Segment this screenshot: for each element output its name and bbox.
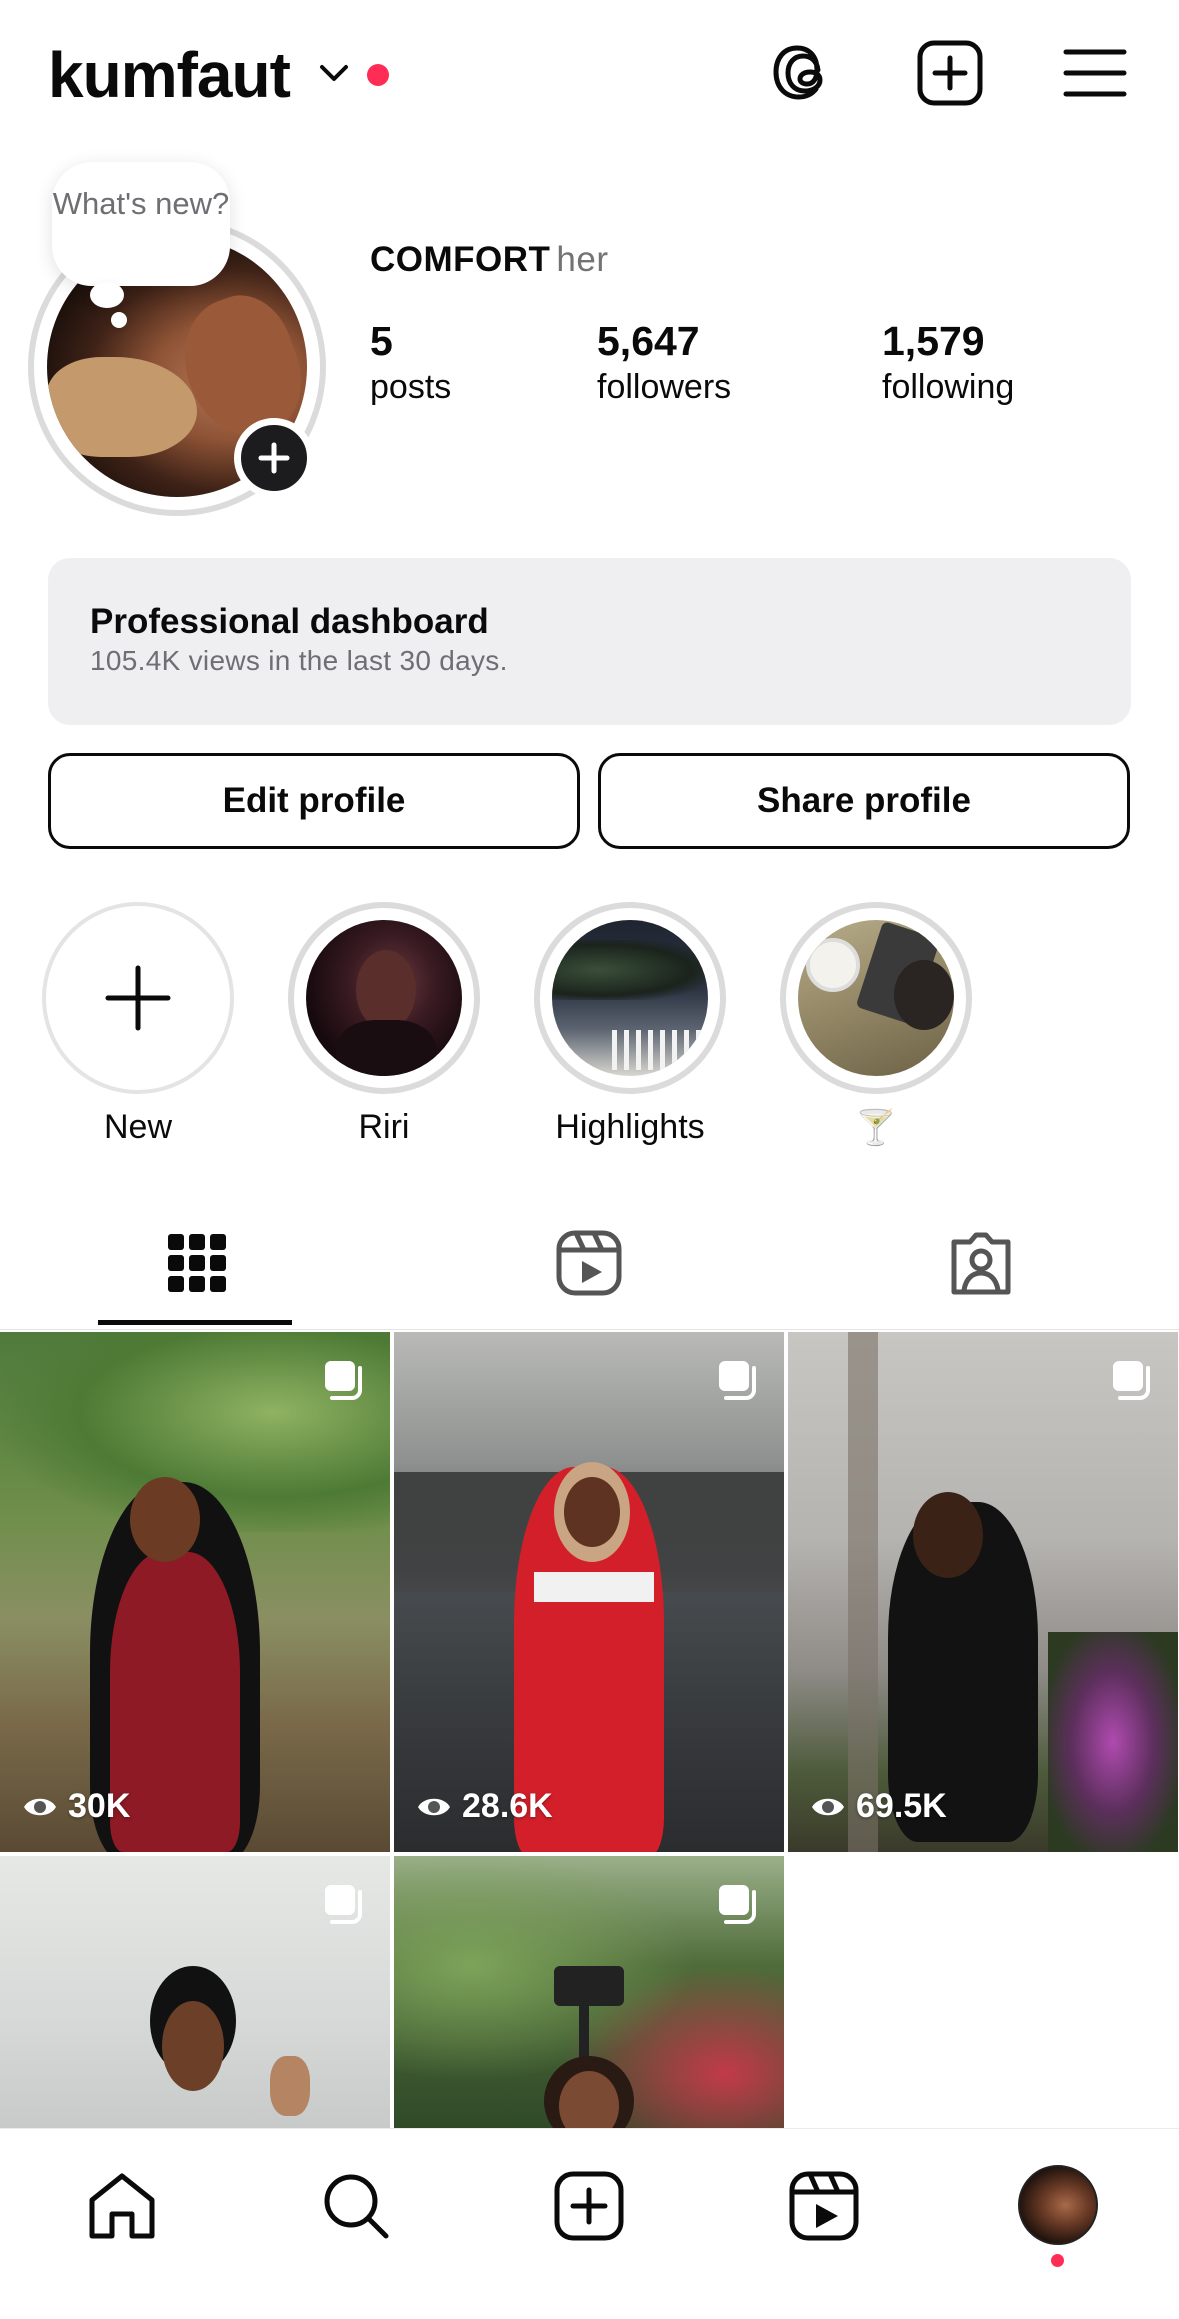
highlight-new[interactable]: New	[42, 902, 238, 1152]
highlight-cover	[552, 920, 708, 1076]
grid-icon	[168, 1234, 226, 1292]
share-profile-button[interactable]: Share profile	[598, 753, 1130, 849]
tab-divider	[0, 1329, 1179, 1330]
post-tile[interactable]	[394, 1856, 784, 2128]
plus-icon	[105, 965, 171, 1031]
post-tile[interactable]	[0, 1856, 390, 2128]
notification-dot	[1051, 2254, 1064, 2267]
view-count-text: 30K	[68, 1787, 131, 1825]
post-tile[interactable]: 28.6K	[394, 1332, 784, 1852]
profile-avatar-nav[interactable]	[1018, 2165, 1098, 2245]
professional-dashboard[interactable]: Professional dashboard 105.4K views in t…	[48, 558, 1131, 725]
menu-icon[interactable]	[1060, 38, 1130, 108]
highlight-cocktail[interactable]: 🍸	[780, 902, 976, 1152]
create-post-icon[interactable]	[915, 38, 985, 108]
stat-following[interactable]: 1,579 following	[882, 316, 1014, 408]
plus-icon	[258, 442, 290, 474]
view-count-text: 28.6K	[462, 1787, 553, 1825]
bubble-tail	[111, 312, 127, 328]
bubble-tail	[90, 282, 124, 308]
carousel-icon	[1113, 1361, 1150, 1400]
highlight-cover	[798, 920, 954, 1076]
tab-tagged[interactable]	[946, 1228, 1016, 1298]
eye-icon	[812, 1798, 844, 1815]
highlight-label: New	[103, 1108, 173, 1146]
view-count: 28.6K	[416, 1787, 553, 1826]
display-name: COMFORT her	[370, 240, 609, 280]
whats-new-bubble[interactable]: What's new?	[52, 162, 230, 286]
notification-dot	[367, 64, 389, 86]
tab-reels[interactable]	[554, 1228, 624, 1298]
highlight-label: 🍸	[854, 1109, 898, 1147]
carousel-icon	[325, 1885, 362, 1924]
highlight-label: Highlights	[555, 1108, 705, 1146]
view-count-text: 69.5K	[856, 1787, 947, 1825]
highlight-riri[interactable]: Riri	[288, 902, 484, 1152]
create-icon[interactable]	[551, 2168, 627, 2244]
carousel-icon	[719, 1885, 756, 1924]
view-count: 30K	[22, 1787, 130, 1826]
edit-profile-button[interactable]: Edit profile	[48, 753, 580, 849]
post-tile[interactable]: 69.5K	[788, 1332, 1178, 1852]
stat-label: followers	[597, 368, 732, 406]
add-story-button[interactable]	[234, 418, 314, 498]
highlight-label: Riri	[358, 1108, 410, 1146]
eye-icon	[418, 1798, 450, 1815]
carousel-icon	[719, 1361, 756, 1400]
threads-icon[interactable]	[771, 38, 841, 108]
search-icon[interactable]	[318, 2168, 394, 2244]
tab-grid[interactable]	[162, 1228, 232, 1298]
dashboard-subtitle: 105.4K views in the last 30 days.	[90, 645, 508, 676]
pronoun: her	[556, 240, 609, 279]
highlight-cover	[306, 920, 462, 1076]
stat-value: 1,579	[882, 318, 985, 364]
eye-icon	[24, 1798, 56, 1815]
tagged-icon	[951, 1232, 1011, 1295]
stat-value: 5,647	[597, 318, 700, 364]
display-name-text: COMFORT	[370, 240, 551, 279]
highlight-highlights[interactable]: Highlights	[534, 902, 730, 1152]
home-icon[interactable]	[84, 2168, 160, 2244]
stat-label: posts	[370, 368, 452, 406]
reels-icon	[556, 1230, 622, 1296]
carousel-icon	[325, 1361, 362, 1400]
stat-followers[interactable]: 5,647 followers	[597, 316, 731, 408]
chevron-down-icon[interactable]	[318, 62, 350, 86]
stat-label: following	[882, 368, 1015, 406]
username[interactable]: kumfaut	[48, 38, 291, 112]
dashboard-title: Professional dashboard	[90, 602, 489, 641]
view-count: 69.5K	[810, 1787, 947, 1826]
stat-value: 5	[370, 318, 393, 364]
post-tile[interactable]: 30K	[0, 1332, 390, 1852]
top-header: kumfaut	[0, 0, 1179, 150]
stat-posts[interactable]: 5 posts	[370, 316, 451, 408]
active-tab-indicator	[98, 1320, 292, 1325]
reels-icon[interactable]	[786, 2168, 862, 2244]
